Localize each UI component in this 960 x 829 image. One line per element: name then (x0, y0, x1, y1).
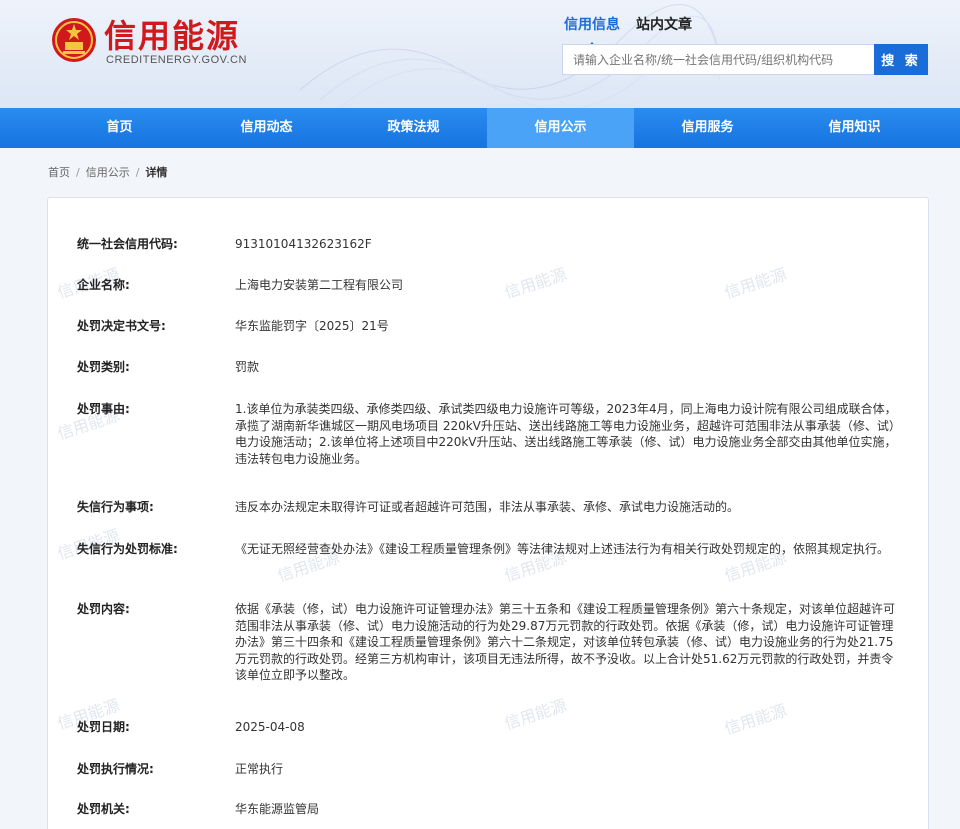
nav-item-credit-publicity[interactable]: 信用公示 (487, 108, 634, 148)
detail-value: 违反本办法规定未取得许可证或者超越许可范围，非法从事承装、承修、承试电力设施活动… (235, 500, 740, 514)
detail-value: 依据《承装（修，试）电力设施许可证管理办法》第三十五条和《建设工程质量管理条例》… (235, 602, 896, 682)
search-tabs: 信用信息 站内文章 (564, 14, 692, 48)
detail-label: 企业名称: (77, 278, 130, 292)
main-nav: 首页 信用动态 政策法规 信用公示 信用服务 信用知识 (0, 108, 960, 148)
detail-value: 《无证无照经营查处办法》《建设工程质量管理条例》等法律法规对上述违法行为有相关行… (235, 542, 890, 556)
detail-label: 失信行为处罚标准: (77, 542, 178, 556)
detail-label: 处罚类别: (77, 360, 130, 374)
detail-value: 1.该单位为承装类四级、承修类四级、承试类四级电力设施许可等级，2023年4月，… (235, 402, 897, 466)
nav-item-home[interactable]: 首页 (46, 108, 193, 148)
detail-value: 2025-04-08 (235, 720, 305, 734)
breadcrumb-publicity[interactable]: 信用公示 (86, 164, 130, 180)
nav-item-credit-news[interactable]: 信用动态 (193, 108, 340, 148)
detail-value: 罚款 (235, 360, 260, 374)
breadcrumb-home[interactable]: 首页 (48, 164, 70, 180)
detail-label: 处罚事由: (77, 402, 130, 416)
breadcrumb-separator: / (135, 165, 140, 179)
tab-credit-info[interactable]: 信用信息 (564, 14, 620, 48)
detail-value: 正常执行 (235, 762, 284, 776)
site-header: 信用能源 CREDITENERGY.GOV.CN 信用信息 站内文章 搜 索 (0, 0, 960, 108)
site-title[interactable]: 信用能源 (104, 16, 240, 56)
search-button[interactable]: 搜 索 (874, 44, 928, 75)
detail-card: 信用能源 信用能源 信用能源 信用能源 信用能源 信用能源 信用能源 信用能源 … (47, 197, 929, 829)
detail-label: 处罚决定书文号: (77, 319, 166, 333)
detail-value: 91310104132623162F (235, 237, 372, 251)
breadcrumb-separator: / (76, 165, 80, 179)
breadcrumb-current: 详情 (145, 166, 168, 179)
detail-label: 处罚内容: (77, 602, 130, 616)
search-input[interactable] (562, 44, 874, 75)
nav-item-credit-knowledge[interactable]: 信用知识 (781, 108, 928, 148)
nav-item-credit-service[interactable]: 信用服务 (634, 108, 781, 148)
site-url: CREDITENERGY.GOV.CN (106, 54, 247, 66)
breadcrumb: 首页 / 信用公示 / 详情 (48, 164, 167, 180)
tab-site-articles[interactable]: 站内文章 (636, 14, 692, 38)
national-emblem-icon (52, 18, 96, 62)
detail-value: 华东监能罚字〔2025〕21号 (235, 319, 389, 333)
detail-label: 处罚机关: (77, 802, 130, 816)
detail-value: 华东能源监管局 (235, 802, 320, 816)
detail-label: 处罚日期: (77, 720, 130, 734)
detail-label: 处罚执行情况: (77, 762, 154, 776)
detail-label: 失信行为事项: (77, 500, 154, 514)
detail-value: 上海电力安装第二工程有限公司 (235, 278, 404, 292)
nav-item-policy[interactable]: 政策法规 (340, 108, 487, 148)
detail-label: 统一社会信用代码: (77, 237, 178, 251)
